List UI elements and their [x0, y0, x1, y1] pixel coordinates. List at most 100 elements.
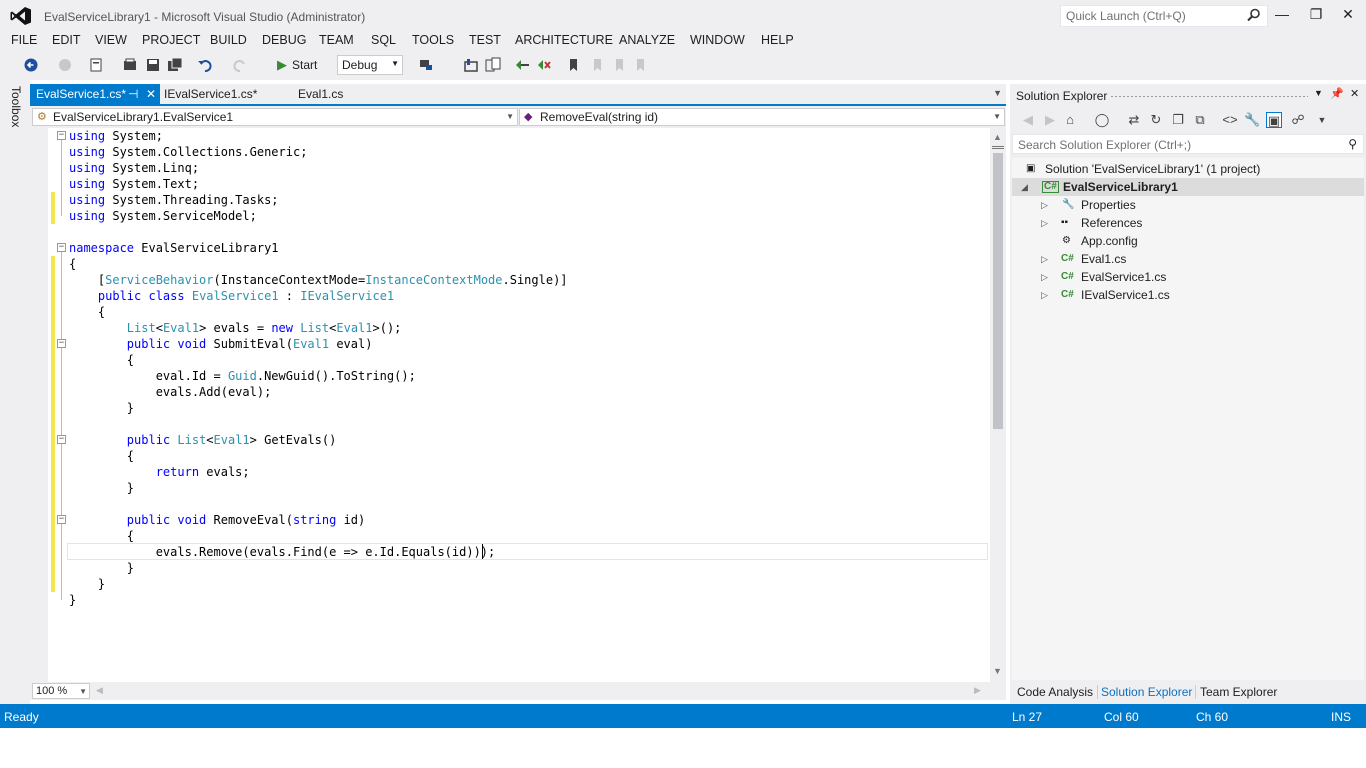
auto-hide-pin-icon[interactable]: 📌: [1330, 87, 1344, 100]
uncomment-icon[interactable]: [535, 56, 553, 74]
collapsed-arrow-icon[interactable]: ▷: [1041, 250, 1048, 268]
pending-changes-filter-icon[interactable]: ◯: [1094, 112, 1110, 128]
scroll-right-icon[interactable]: ▶: [974, 685, 981, 696]
home-icon[interactable]: ⌂: [1062, 112, 1078, 128]
code-keyword: using: [69, 161, 106, 175]
view-code-icon[interactable]: <>: [1222, 112, 1238, 128]
menu-sql[interactable]: SQL: [371, 33, 396, 47]
quick-launch-input[interactable]: Quick Launch (Ctrl+Q): [1060, 5, 1268, 27]
start-debugging-button[interactable]: ▶ Start: [277, 57, 317, 73]
menu-architecture[interactable]: ARCHITECTURE: [515, 33, 613, 47]
editor-vertical-scrollbar[interactable]: ▲ ▼: [990, 128, 1006, 682]
scroll-up-icon[interactable]: ▲: [993, 132, 1002, 142]
solution-explorer-search-input[interactable]: Search Solution Explorer (Ctrl+;) ⚲: [1012, 134, 1364, 154]
expanded-arrow-icon[interactable]: ◢: [1021, 178, 1028, 196]
tab-ievalservice1[interactable]: IEvalService1.cs*: [158, 84, 263, 104]
refresh-icon[interactable]: ↻: [1148, 112, 1164, 128]
bookmark-icon[interactable]: [565, 56, 583, 74]
tab-solution-explorer[interactable]: Solution Explorer: [1101, 685, 1192, 699]
comment-icon[interactable]: [513, 56, 531, 74]
menu-test[interactable]: TEST: [469, 33, 501, 47]
solution-pages-icon[interactable]: [484, 56, 502, 74]
restore-button[interactable]: ❐: [1306, 6, 1326, 24]
collapse-region-icon[interactable]: −: [57, 515, 66, 524]
menu-help[interactable]: HELP: [761, 33, 794, 47]
menu-tools[interactable]: TOOLS: [412, 33, 454, 47]
collapse-region-icon[interactable]: −: [57, 243, 66, 252]
close-icon[interactable]: ✕: [146, 87, 156, 101]
menu-project[interactable]: PROJECT: [142, 33, 200, 47]
collapsed-arrow-icon[interactable]: ▷: [1041, 286, 1048, 304]
tab-code-analysis[interactable]: Code Analysis: [1017, 685, 1093, 699]
menu-team[interactable]: TEAM: [319, 33, 354, 47]
tree-item-label: Properties: [1081, 198, 1136, 212]
toolbox-tab[interactable]: Toolbox: [9, 86, 23, 127]
tree-item-app-config[interactable]: ⚙ App.config: [1012, 232, 1364, 250]
navigate-forward-icon[interactable]: [56, 56, 74, 74]
class-view-icon[interactable]: ☍: [1290, 112, 1306, 128]
code-editor[interactable]: using System; using System.Collections.Ge…: [30, 128, 990, 682]
menu-edit[interactable]: EDIT: [52, 33, 80, 47]
scrollbar-thumb[interactable]: [993, 153, 1003, 429]
minimize-button[interactable]: —: [1272, 6, 1292, 24]
navigate-back-icon[interactable]: [22, 56, 40, 74]
code-text: <: [206, 433, 214, 447]
clear-bookmarks-icon[interactable]: [632, 56, 650, 74]
code-text: > evals =: [199, 321, 272, 335]
previous-bookmark-icon[interactable]: [588, 56, 606, 74]
redo-icon[interactable]: [231, 56, 249, 74]
tab-overflow-dropdown-icon[interactable]: ▼: [993, 88, 1002, 98]
properties-wrench-icon[interactable]: 🔧: [1244, 112, 1260, 128]
scroll-down-icon[interactable]: ▼: [993, 666, 1002, 676]
show-all-files-icon[interactable]: ⧉: [1192, 112, 1208, 128]
menu-analyze[interactable]: ANALYZE: [619, 33, 675, 47]
menu-file[interactable]: FILE: [11, 33, 37, 47]
collapsed-arrow-icon[interactable]: ▷: [1041, 196, 1048, 214]
types-combo[interactable]: ⚙ EvalServiceLibrary1.EvalService1 ▼: [32, 108, 518, 126]
save-icon[interactable]: [144, 56, 162, 74]
splitter-handle[interactable]: [992, 146, 1004, 149]
tab-eval1[interactable]: Eval1.cs: [292, 84, 349, 104]
menu-view[interactable]: VIEW: [95, 33, 127, 47]
collapse-region-icon[interactable]: −: [57, 131, 66, 140]
menu-window[interactable]: WINDOW: [690, 33, 745, 47]
collapse-all-icon[interactable]: ❐: [1170, 112, 1186, 128]
tab-evalservice1[interactable]: EvalService1.cs* ⊣ ✕: [30, 84, 160, 104]
tab-team-explorer[interactable]: Team Explorer: [1200, 685, 1277, 699]
back-icon[interactable]: ◀: [1020, 112, 1036, 128]
tree-item-ievalservice1[interactable]: ▷ C# IEvalService1.cs: [1012, 286, 1364, 304]
close-panel-icon[interactable]: ✕: [1350, 87, 1359, 100]
save-all-icon[interactable]: [166, 56, 184, 74]
tree-item-solution[interactable]: ▣ Solution 'EvalServiceLibrary1' (1 proj…: [1012, 160, 1364, 178]
panel-grip[interactable]: [1110, 95, 1308, 98]
members-combo[interactable]: ◆ RemoveEval(string id) ▼: [519, 108, 1005, 126]
next-bookmark-icon[interactable]: [610, 56, 628, 74]
preview-selected-items-icon[interactable]: ▣: [1266, 112, 1282, 128]
forward-icon[interactable]: ▶: [1042, 112, 1058, 128]
pin-icon[interactable]: ⊣: [128, 87, 138, 101]
panel-options-dropdown-icon[interactable]: ▼: [1314, 88, 1323, 98]
tree-item-references[interactable]: ▷ ▪▪ References: [1012, 214, 1364, 232]
collapse-region-icon[interactable]: −: [57, 435, 66, 444]
tree-item-eval1[interactable]: ▷ C# Eval1.cs: [1012, 250, 1364, 268]
open-file-icon[interactable]: [121, 56, 139, 74]
undo-icon[interactable]: [196, 56, 214, 74]
tree-item-project[interactable]: ◢ C# EvalServiceLibrary1: [1012, 178, 1364, 196]
collapsed-arrow-icon[interactable]: ▷: [1041, 214, 1048, 232]
collapse-region-icon[interactable]: −: [57, 339, 66, 348]
find-in-files-icon[interactable]: [462, 56, 480, 74]
attach-process-icon[interactable]: [418, 56, 436, 74]
tree-item-evalservice1[interactable]: ▷ C# EvalService1.cs: [1012, 268, 1364, 286]
scroll-left-icon[interactable]: ◀: [96, 685, 103, 696]
zoom-select[interactable]: 100 % ▼: [32, 683, 90, 699]
close-window-button[interactable]: ✕: [1338, 6, 1358, 24]
tree-item-properties[interactable]: ▷ 🔧 Properties: [1012, 196, 1364, 214]
sync-with-document-icon[interactable]: ⇄: [1126, 112, 1142, 128]
csharp-file-icon: C#: [1061, 253, 1074, 264]
menu-debug[interactable]: DEBUG: [262, 33, 306, 47]
solution-configuration-select[interactable]: Debug ▼: [337, 55, 403, 75]
chevron-down-icon[interactable]: ▼: [1314, 112, 1330, 128]
new-project-icon[interactable]: [88, 56, 106, 74]
menu-build[interactable]: BUILD: [210, 33, 247, 47]
collapsed-arrow-icon[interactable]: ▷: [1041, 268, 1048, 286]
